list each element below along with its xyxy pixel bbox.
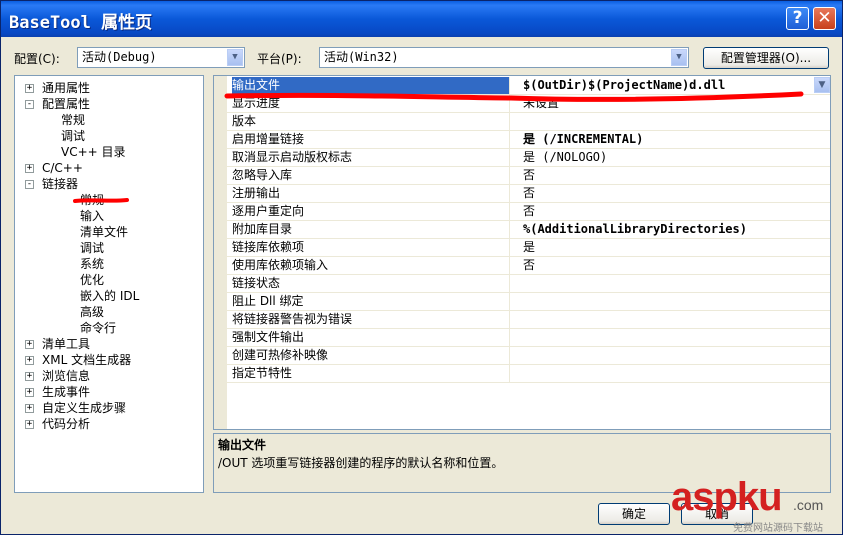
watermark-sub: 免费网站源码下载站 xyxy=(733,523,823,534)
watermark-brand: aspku xyxy=(671,475,783,519)
watermark-logo: aspku .com 免费网站源码下载站 xyxy=(671,475,841,534)
properties-dialog: BaseTool 属性页 ? ✕ 配置(C): 活动(Debug) ▼ 平台(P… xyxy=(0,0,843,535)
annotation-underline-output xyxy=(224,91,804,102)
annotation-underline-general xyxy=(73,198,129,203)
annotation-overlay xyxy=(73,91,804,203)
watermark-suffix: .com xyxy=(793,497,824,513)
